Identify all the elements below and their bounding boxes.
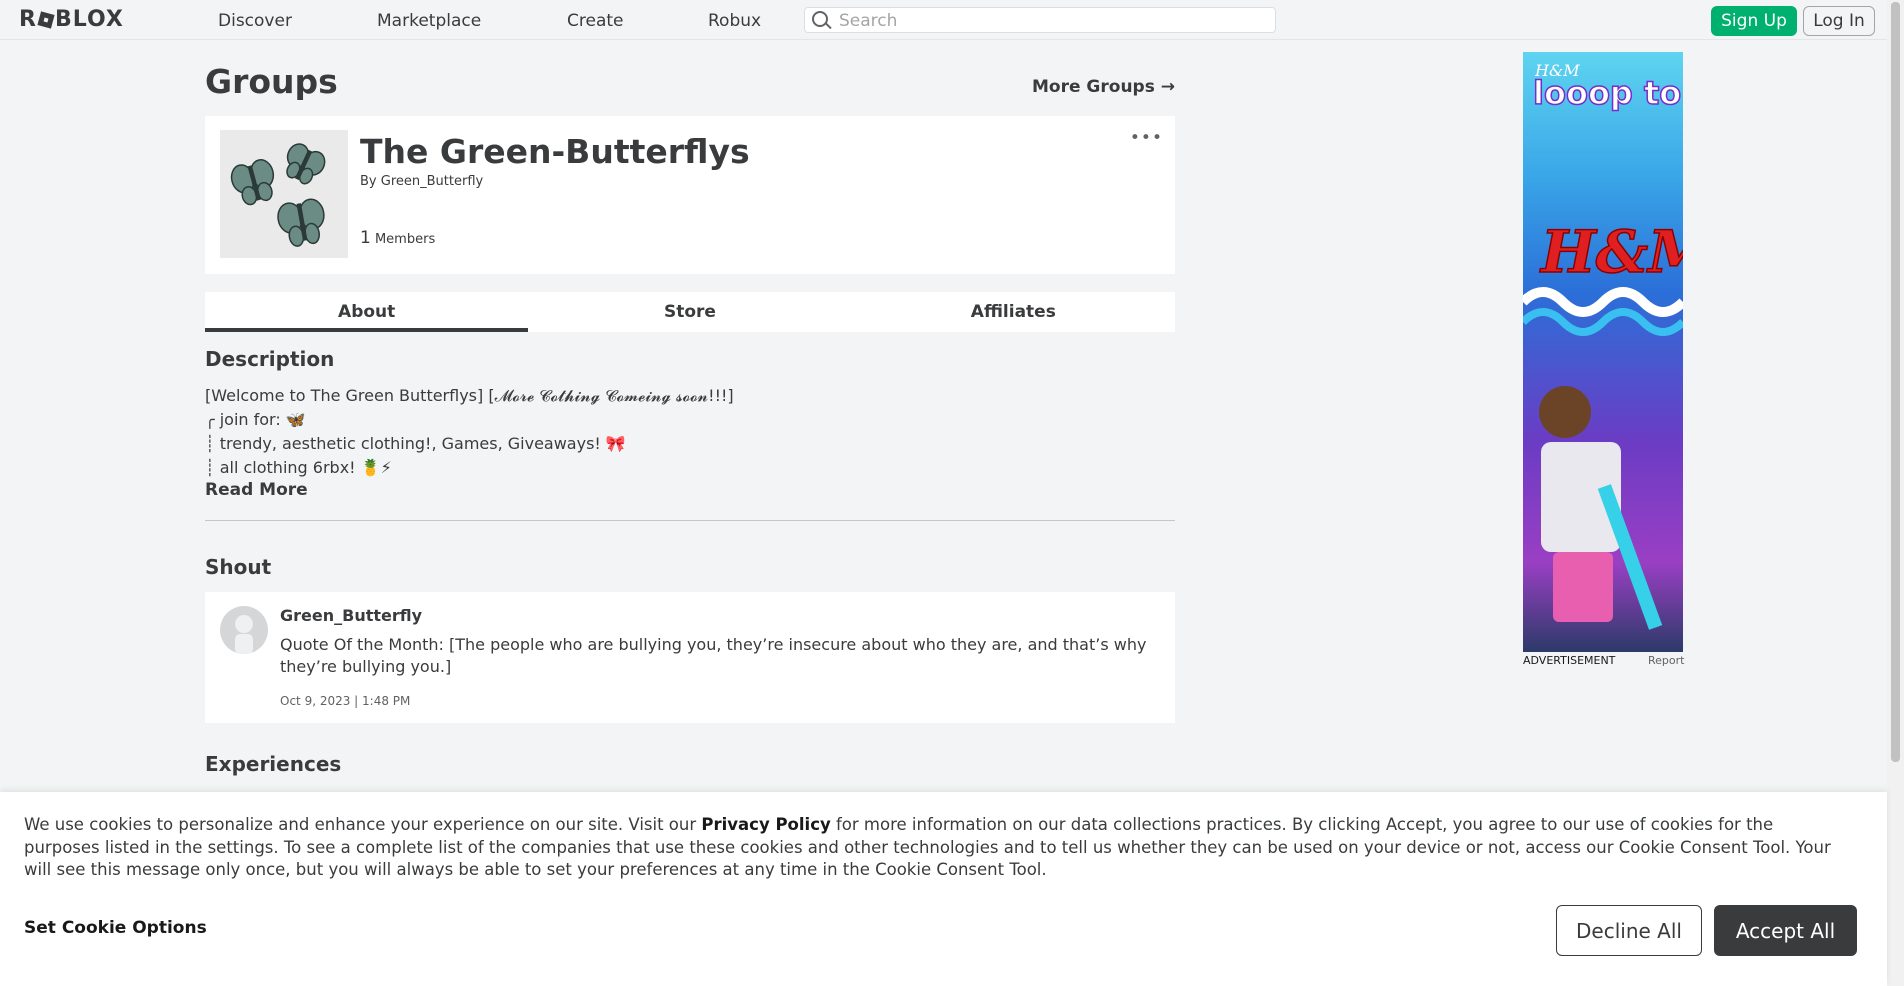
shout-card: Green_Butterfly Quote Of the Month: [The… — [205, 592, 1175, 723]
group-owner-line: By Green_Butterfly — [360, 174, 483, 189]
privacy-policy-link[interactable]: Privacy Policy — [701, 815, 830, 834]
shout-heading: Shout — [205, 555, 272, 579]
avatar[interactable] — [220, 606, 268, 654]
shout-body: Quote Of the Month: [The people who are … — [280, 635, 1147, 676]
group-tabs: About Store Affiliates — [205, 292, 1175, 332]
read-more-link[interactable]: Read More — [205, 480, 308, 500]
nav-robux[interactable]: Robux — [708, 11, 761, 31]
set-cookie-options-link[interactable]: Set Cookie Options — [24, 918, 207, 938]
search-box[interactable] — [804, 7, 1276, 33]
accept-all-button[interactable]: Accept All — [1714, 905, 1857, 956]
description-line: ╭ join for: 🦋 — [205, 410, 306, 429]
more-options-icon[interactable]: ••• — [1130, 128, 1163, 148]
page-title: Groups — [205, 62, 338, 101]
ad-brand-large: H&M — [1539, 218, 1683, 286]
cookie-text-part: We use cookies to personalize and enhanc… — [24, 815, 702, 834]
cookie-message: We use cookies to personalize and enhanc… — [24, 814, 1854, 882]
member-count-label: Members — [374, 232, 436, 247]
roblox-logo[interactable]: R BLOX — [19, 7, 124, 32]
top-navigation-bar: R BLOX Discover Marketplace Create Robux … — [0, 0, 1887, 40]
ad-headline: looop topia — [1533, 74, 1683, 112]
description-line: [Welcome to The Green Butterflys] [𝓜𝓸𝓻𝓮 … — [205, 386, 734, 405]
search-input[interactable] — [837, 10, 1261, 32]
nav-create[interactable]: Create — [567, 11, 624, 31]
group-owner-link[interactable]: Green_Butterfly — [381, 174, 483, 189]
section-divider — [205, 520, 1175, 521]
group-description: [Welcome to The Green Butterflys] [𝓜𝓸𝓻𝓮 … — [205, 384, 1175, 480]
group-header-card: The Green-Butterflys By Green_Butterfly … — [205, 116, 1175, 274]
ad-report-link[interactable]: Report — [1648, 654, 1684, 667]
group-name: The Green-Butterflys — [360, 132, 750, 171]
scrollbar-thumb[interactable] — [1891, 2, 1900, 762]
cookie-consent-banner: We use cookies to personalize and enhanc… — [0, 792, 1887, 986]
tab-affiliates[interactable]: Affiliates — [852, 292, 1175, 332]
experiences-heading: Experiences — [205, 752, 342, 776]
group-emblem — [220, 130, 348, 258]
more-groups-link[interactable]: More Groups → — [1032, 77, 1175, 97]
decline-all-button[interactable]: Decline All — [1556, 905, 1702, 956]
description-line: ┊ trendy, aesthetic clothing!, Games, Gi… — [205, 434, 626, 453]
shout-date: Oct 9, 2023 | 1:48 PM — [280, 694, 411, 708]
member-count-value: 1 — [360, 228, 371, 248]
tab-store[interactable]: Store — [528, 292, 851, 332]
page-scrollbar[interactable] — [1887, 0, 1904, 986]
ad-artwork: H&M looop topia H&M — [1523, 61, 1683, 630]
avatar-icon — [235, 615, 253, 654]
search-icon[interactable] — [812, 11, 828, 27]
butterfly-icon — [230, 143, 326, 247]
shout-poster-name[interactable]: Green_Butterfly — [280, 606, 422, 625]
member-count: 1 Members — [360, 228, 435, 248]
logo-o-icon — [37, 11, 55, 29]
nav-discover[interactable]: Discover — [218, 11, 292, 31]
advertisement-banner[interactable]: H&M looop topia H&M — [1523, 52, 1683, 652]
by-label: By — [360, 174, 377, 189]
tab-about[interactable]: About — [205, 292, 529, 332]
description-line: ┊ all clothing 6rbx! 🍍⚡ — [205, 458, 392, 477]
log-in-button[interactable]: Log In — [1803, 6, 1875, 36]
advertisement-label: ADVERTISEMENT — [1523, 654, 1616, 667]
nav-marketplace[interactable]: Marketplace — [377, 11, 481, 31]
description-heading: Description — [205, 347, 335, 371]
sign-up-button[interactable]: Sign Up — [1711, 6, 1797, 36]
